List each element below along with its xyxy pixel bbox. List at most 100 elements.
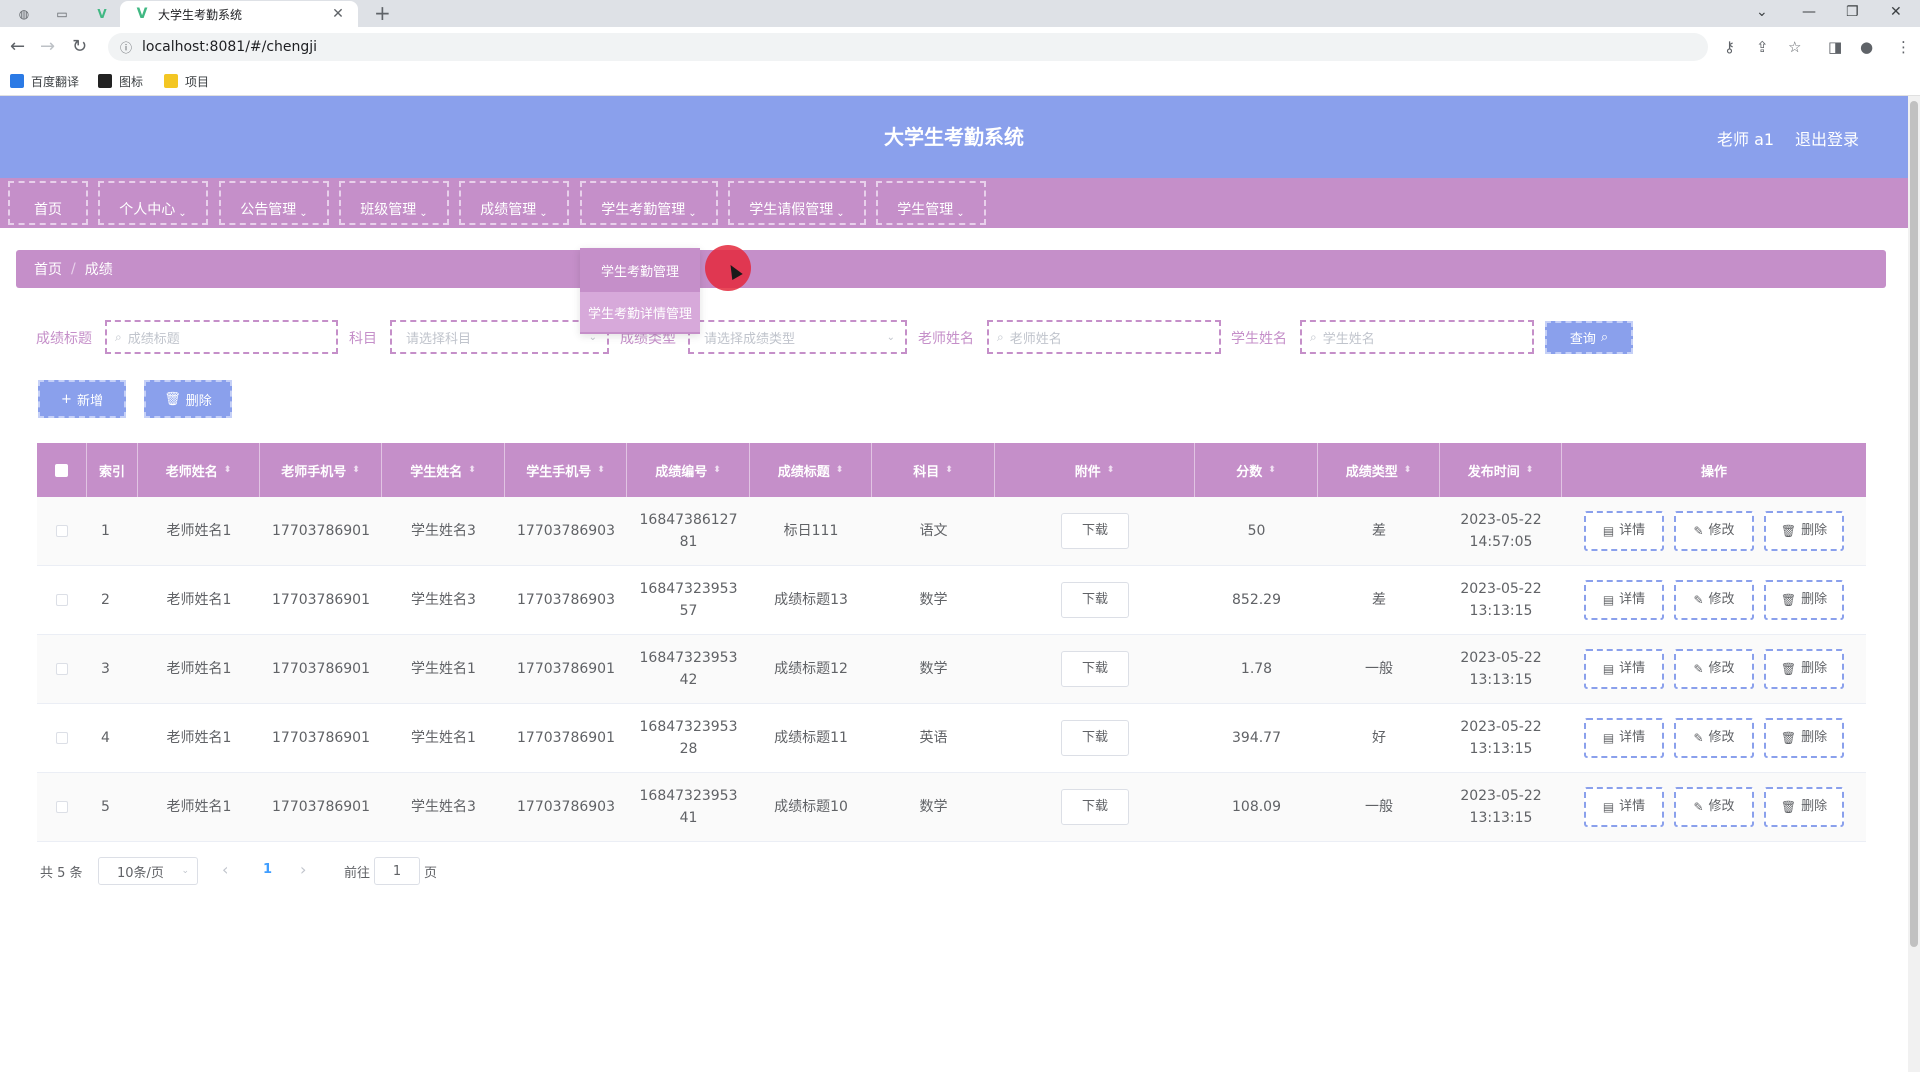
side-panel-icon[interactable]: ◨ xyxy=(1828,37,1842,57)
col-score-title[interactable]: 成绩标题 ⬍ xyxy=(750,443,872,497)
reload-icon[interactable]: ↻ xyxy=(72,36,87,58)
profile-avatar-icon[interactable]: ● xyxy=(1860,37,1873,57)
edit-button[interactable]: ✎ 修改 xyxy=(1674,511,1754,551)
col-score-code[interactable]: 成绩编号 ⬍ xyxy=(627,443,750,497)
delete-button[interactable]: 🗑 删除 xyxy=(1764,718,1844,758)
url-field[interactable]: ⓘ localhost:8081/#/chengji xyxy=(108,33,1708,61)
page-number-current[interactable]: 1 xyxy=(263,862,272,877)
nav-attendance-mgmt[interactable]: 学生考勤管理 ⌄ xyxy=(580,181,718,225)
cell-subject: 数学 xyxy=(919,592,948,608)
page-scrollbar-thumb[interactable] xyxy=(1910,101,1918,947)
detail-button[interactable]: ▤ 详情 xyxy=(1584,511,1664,551)
detail-button[interactable]: ▤ 详情 xyxy=(1584,718,1664,758)
logout-link[interactable]: 退出登录 xyxy=(1795,126,1859,150)
browser-tab-active[interactable]: V 大学生考勤系统 ✕ xyxy=(120,1,358,27)
select-all-checkbox[interactable] xyxy=(55,463,68,477)
col-attachment[interactable]: 附件 ⬍ xyxy=(995,443,1195,497)
share-icon[interactable]: ⇪ xyxy=(1756,37,1769,57)
bookmark-star-icon[interactable]: ☆ xyxy=(1788,37,1801,57)
goto-page-input[interactable]: 1 xyxy=(374,857,420,885)
next-page-icon[interactable]: › xyxy=(300,860,306,879)
sort-icon[interactable]: ⬍ xyxy=(468,465,476,475)
col-publish-time[interactable]: 发布时间 ⬍ xyxy=(1440,443,1562,497)
sort-icon[interactable]: ⬍ xyxy=(1526,465,1534,475)
query-button[interactable]: 查询 ⌕ xyxy=(1545,321,1633,354)
sort-icon[interactable]: ⬍ xyxy=(597,465,605,475)
sort-icon[interactable]: ⬍ xyxy=(945,465,953,475)
row-checkbox[interactable] xyxy=(56,732,68,744)
batch-delete-button[interactable]: 🗑 删除 xyxy=(144,380,232,418)
nav-leave-mgmt[interactable]: 学生请假管理 ⌄ xyxy=(728,181,866,225)
browser-menu-icon[interactable]: ⋮ xyxy=(1896,37,1911,57)
col-teacher-name[interactable]: 老师姓名 ⬍ xyxy=(138,443,260,497)
nav-notice-mgmt[interactable]: 公告管理 ⌄ xyxy=(219,181,329,225)
col-score[interactable]: 分数 ⬍ xyxy=(1195,443,1318,497)
row-checkbox[interactable] xyxy=(56,663,68,675)
new-tab-icon[interactable]: + xyxy=(374,2,391,24)
pinned-tab-vue-icon[interactable]: V xyxy=(90,4,114,24)
edit-button[interactable]: ✎ 修改 xyxy=(1674,580,1754,620)
detail-button[interactable]: ▤ 详情 xyxy=(1584,649,1664,689)
bookmark-item[interactable]: 项目 xyxy=(164,71,209,91)
delete-button[interactable]: 🗑 删除 xyxy=(1764,787,1844,827)
delete-button[interactable]: 🗑 删除 xyxy=(1764,580,1844,620)
nav-class-mgmt[interactable]: 班级管理 ⌄ xyxy=(339,181,449,225)
bookmark-item[interactable]: 图标 xyxy=(98,71,143,91)
nav-personal-center[interactable]: 个人中心 ⌄ xyxy=(98,181,208,225)
download-button[interactable]: 下载 xyxy=(1061,720,1129,756)
row-checkbox[interactable] xyxy=(56,525,68,537)
score-type-select[interactable]: 请选择成绩类型 ⌄ xyxy=(688,320,907,354)
score-title-input[interactable]: ⌕ 成绩标题 xyxy=(105,320,338,354)
sort-icon[interactable]: ⬍ xyxy=(352,465,360,475)
sort-icon[interactable]: ⬍ xyxy=(836,465,844,475)
prev-page-icon[interactable]: ‹ xyxy=(222,860,228,879)
window-close-icon[interactable]: ✕ xyxy=(1890,2,1902,22)
row-checkbox[interactable] xyxy=(56,801,68,813)
teacher-name-input[interactable]: ⌕ 老师姓名 xyxy=(987,320,1221,354)
edit-button[interactable]: ✎ 修改 xyxy=(1674,787,1754,827)
pinned-tab-blank-icon[interactable]: ▭ xyxy=(50,4,74,24)
download-button[interactable]: 下载 xyxy=(1061,789,1129,825)
delete-button[interactable]: 🗑 删除 xyxy=(1764,649,1844,689)
detail-button[interactable]: ▤ 详情 xyxy=(1584,580,1664,620)
dropdown-item-attendance-detail[interactable]: 学生考勤详情管理 xyxy=(580,292,700,332)
col-student-name[interactable]: 学生姓名 ⬍ xyxy=(382,443,505,497)
nav-student-mgmt[interactable]: 学生管理 ⌄ xyxy=(876,181,986,225)
password-key-icon[interactable]: ⚷ xyxy=(1724,37,1735,57)
sort-icon[interactable]: ⬍ xyxy=(1268,465,1276,475)
edit-button[interactable]: ✎ 修改 xyxy=(1674,718,1754,758)
nav-score-mgmt[interactable]: 成绩管理 ⌄ xyxy=(459,181,569,225)
cell-operations: ▤ 详情 ✎ 修改 🗑 删除 xyxy=(1562,497,1866,565)
subject-select[interactable]: 请选择科目 ⌄ xyxy=(390,320,609,354)
forward-arrow-icon[interactable]: → xyxy=(40,36,55,58)
sort-icon[interactable]: ⬍ xyxy=(713,465,721,475)
delete-button[interactable]: 🗑 删除 xyxy=(1764,511,1844,551)
col-subject[interactable]: 科目 ⬍ xyxy=(872,443,995,497)
bookmark-item[interactable]: 百度翻译 xyxy=(10,71,79,91)
row-checkbox[interactable] xyxy=(56,594,68,606)
download-button[interactable]: 下载 xyxy=(1061,582,1129,618)
detail-button[interactable]: ▤ 详情 xyxy=(1584,787,1664,827)
tab-close-icon[interactable]: ✕ xyxy=(330,6,346,22)
site-info-icon[interactable]: ⓘ xyxy=(118,39,134,56)
sort-icon[interactable]: ⬍ xyxy=(1404,465,1412,475)
sort-icon[interactable]: ⬍ xyxy=(224,465,232,475)
window-restore-icon[interactable]: ❐ xyxy=(1846,2,1859,22)
sort-icon[interactable]: ⬍ xyxy=(1107,465,1115,475)
dropdown-item-attendance[interactable]: 学生考勤管理 xyxy=(580,250,700,290)
download-button[interactable]: 下载 xyxy=(1061,513,1129,549)
col-teacher-phone[interactable]: 老师手机号 ⬍ xyxy=(260,443,382,497)
back-arrow-icon[interactable]: ← xyxy=(10,36,25,58)
download-button[interactable]: 下载 xyxy=(1061,651,1129,687)
pinned-tab-globe-icon[interactable]: ◍ xyxy=(12,4,36,24)
breadcrumb-home[interactable]: 首页 xyxy=(34,259,62,279)
window-minimize-icon[interactable]: — xyxy=(1802,2,1816,22)
add-button[interactable]: + 新增 xyxy=(38,380,126,418)
nav-home[interactable]: 首页 xyxy=(8,181,88,225)
col-student-phone[interactable]: 学生手机号 ⬍ xyxy=(505,443,627,497)
student-name-input[interactable]: ⌕ 学生姓名 xyxy=(1300,320,1534,354)
edit-button[interactable]: ✎ 修改 xyxy=(1674,649,1754,689)
tab-search-chevron-icon[interactable]: ⌄ xyxy=(1756,2,1768,22)
page-size-select[interactable]: 10条/页 ⌄ xyxy=(98,857,198,885)
col-score-type[interactable]: 成绩类型 ⬍ xyxy=(1318,443,1440,497)
